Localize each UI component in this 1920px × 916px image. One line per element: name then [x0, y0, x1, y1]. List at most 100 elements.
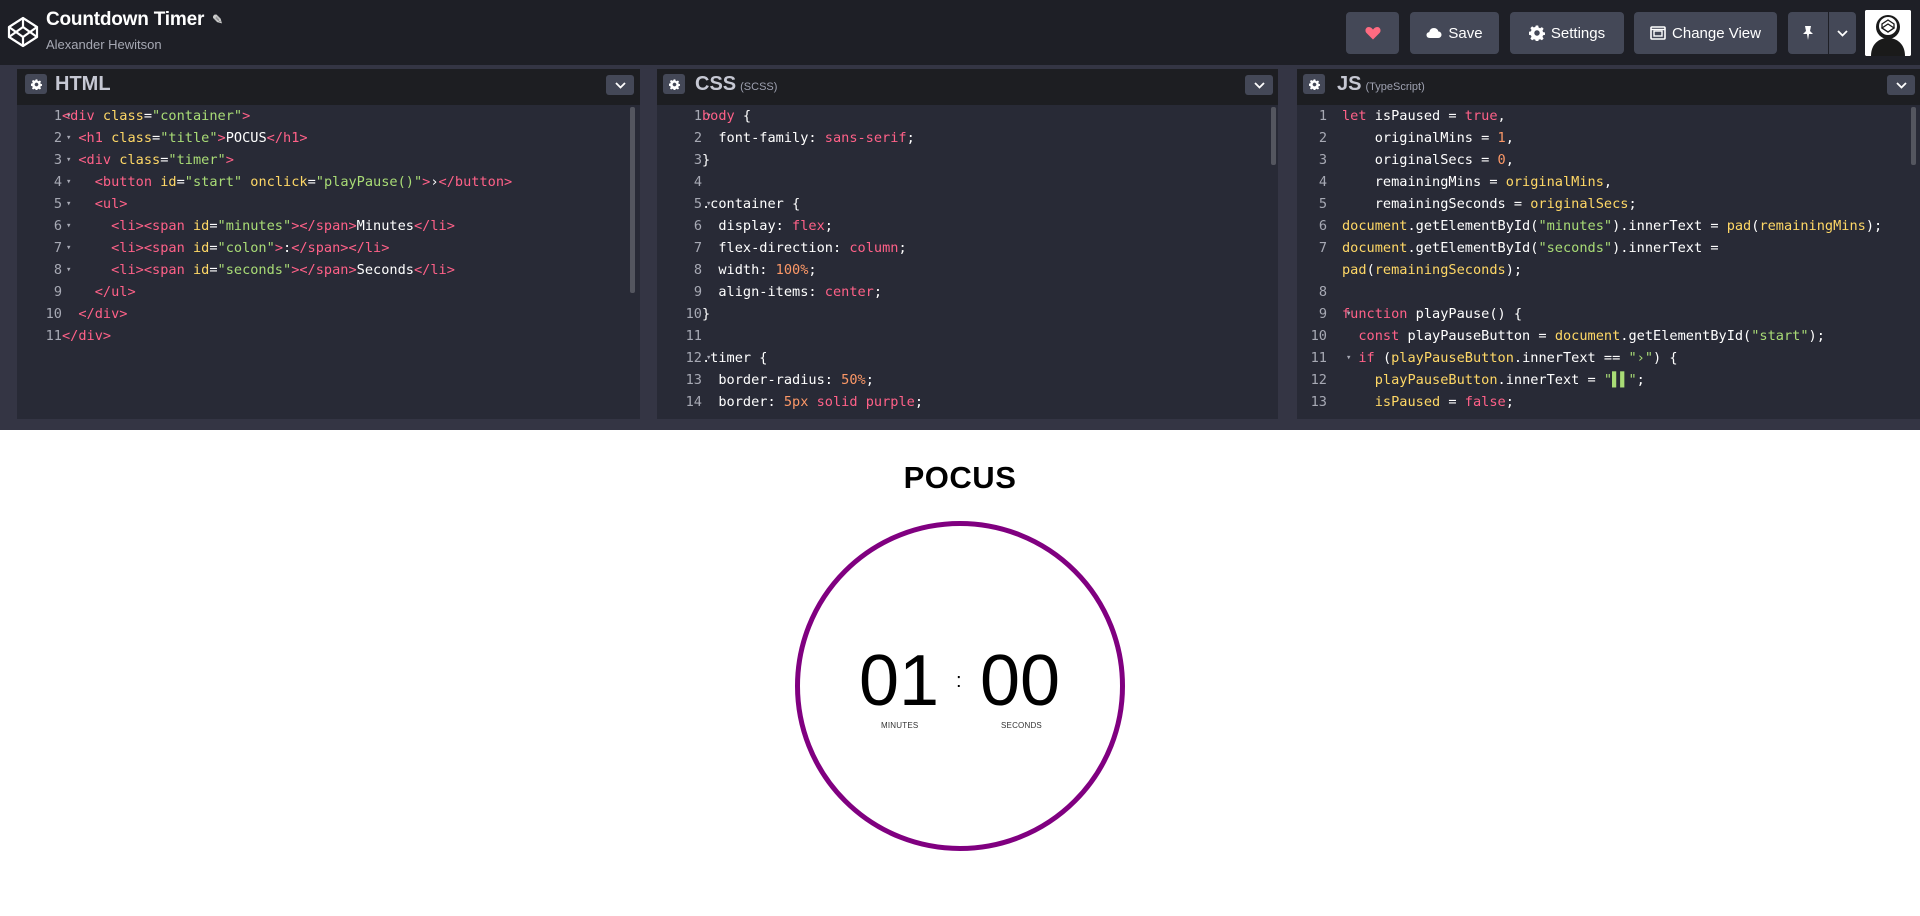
- code-line[interactable]: 5 ▾ <ul>: [17, 193, 640, 215]
- code-token: id: [192, 240, 210, 256]
- heart-button[interactable]: [1346, 12, 1399, 54]
- code-text: .timer {: [702, 347, 767, 369]
- js-settings-button[interactable]: [1303, 74, 1325, 94]
- code-line[interactable]: 3 ▾ <div class="timer">: [17, 149, 640, 171]
- pen-title[interactable]: Countdown Timer ✎: [46, 9, 223, 31]
- line-number: 1: [693, 108, 702, 124]
- chevron-down-icon: [1895, 81, 1907, 89]
- pin-dropdown-button[interactable]: [1829, 12, 1856, 54]
- code-line[interactable]: 10 const playPauseButton = document.getE…: [1297, 325, 1920, 347]
- code-token: ></span>: [291, 218, 357, 234]
- code-line[interactable]: 3 originalSecs = 0,: [1297, 149, 1920, 171]
- code-token: isPaused =: [1374, 108, 1465, 124]
- css-code-editor[interactable]: 1 ▾ body {2 font-family: sans-serif; 3} 4 5 ▾.…: [657, 105, 1278, 419]
- css-collapse-button[interactable]: [1245, 75, 1273, 95]
- code-line[interactable]: 6 document.getElementById("minutes").inne…: [1297, 215, 1920, 237]
- css-settings-button[interactable]: [663, 74, 685, 94]
- code-line[interactable]: 1 ▾ <div class="container">: [17, 105, 640, 127]
- code-token: :: [283, 240, 292, 256]
- code-token: ;: [1628, 196, 1637, 212]
- line-number: 2: [53, 130, 62, 146]
- code-text: }: [702, 303, 710, 325]
- code-token: "▌▌": [1603, 372, 1637, 388]
- code-token: pad: [1726, 218, 1752, 234]
- code-token: ).innerText =: [1612, 218, 1727, 234]
- code-text: </ul>: [62, 281, 136, 303]
- pen-title-text[interactable]: Countdown Timer: [46, 9, 204, 31]
- code-line[interactable]: 10 </div>: [17, 303, 640, 325]
- code-line[interactable]: 8 width: 100%;: [657, 259, 1278, 281]
- code-line[interactable]: 14 border: 5px solid purple;: [657, 391, 1278, 413]
- code-line[interactable]: 4 remainingMins = originalMins,: [1297, 171, 1920, 193]
- html-scrollbar[interactable]: [630, 107, 635, 293]
- js-scrollbar[interactable]: [1911, 107, 1916, 165]
- code-token: "timer": [168, 152, 226, 168]
- codepen-logo-icon[interactable]: [6, 15, 40, 49]
- user-avatar[interactable]: [1865, 10, 1911, 56]
- code-line[interactable]: 9 align-items: center;: [657, 281, 1278, 303]
- code-token: POCUS: [225, 130, 267, 146]
- save-button[interactable]: Save: [1410, 12, 1499, 54]
- html-collapse-button[interactable]: [606, 75, 634, 95]
- code-line[interactable]: 5 ▾ .container {: [657, 193, 1278, 215]
- code-line[interactable]: 12 ▾ .timer {: [657, 347, 1278, 369]
- code-token: false: [1464, 394, 1506, 410]
- code-line[interactable]: pad(remainingSeconds);: [1297, 259, 1920, 281]
- code-line[interactable]: 13 isPaused = false;: [1297, 391, 1920, 413]
- code-token: ,: [1603, 174, 1613, 190]
- code-line[interactable]: 8 ▾ <li><span id="seconds"></span>Seconds…: [17, 259, 640, 281]
- code-token: }: [702, 306, 711, 322]
- code-line[interactable]: 6 ▾ <li><span id="minutes"></span>Minutes…: [17, 215, 640, 237]
- js-collapse-button[interactable]: [1887, 75, 1915, 95]
- code-line[interactable]: 3}: [657, 149, 1278, 171]
- code-token: "colon": [217, 240, 275, 256]
- code-line[interactable]: 4: [657, 171, 1278, 193]
- html-code-editor[interactable]: 1 ▾ <div class="container"> 2 ▾ <h1 class="t…: [17, 105, 640, 419]
- js-code-editor[interactable]: 1 let isPaused = true, 2 originalMins = 1,…: [1297, 105, 1920, 419]
- code-line[interactable]: 5 remainingSeconds = originalSecs;: [1297, 193, 1920, 215]
- line-number: 1: [53, 108, 62, 124]
- gear-icon: [1528, 25, 1545, 41]
- js-pane-name: JS: [1337, 73, 1362, 95]
- code-line[interactable]: 2 ▾ <h1 class="title">POCUS</h1>: [17, 127, 640, 149]
- code-line[interactable]: 10}: [657, 303, 1278, 325]
- line-number: 6: [693, 218, 702, 234]
- code-line[interactable]: 2 font-family: sans-serif;: [657, 127, 1278, 149]
- code-line[interactable]: 2 originalMins = 1,: [1297, 127, 1920, 149]
- code-line[interactable]: 1 ▾ body {: [657, 105, 1278, 127]
- code-line[interactable]: 9 </ul>: [17, 281, 640, 303]
- seconds-label: SECONDS: [1001, 721, 1042, 730]
- line-number: 12: [1310, 372, 1327, 388]
- code-token: .container {: [702, 196, 801, 212]
- css-scrollbar[interactable]: [1271, 107, 1276, 165]
- html-settings-button[interactable]: [25, 74, 47, 94]
- line-number: 10: [45, 306, 62, 322]
- code-line[interactable]: 7 document.getElementById("seconds").inne…: [1297, 237, 1920, 259]
- code-line[interactable]: 12 playPauseButton.innerText = "▌▌";: [1297, 369, 1920, 391]
- line-number: 8: [693, 262, 702, 278]
- pin-button[interactable]: [1788, 12, 1828, 54]
- pen-author[interactable]: Alexander Hewitson: [46, 37, 223, 52]
- code-line[interactable]: 9 ▾ function playPause() {: [1297, 303, 1920, 325]
- code-line[interactable]: 11: [657, 325, 1278, 347]
- code-line[interactable]: 11 </div>: [17, 325, 640, 347]
- code-token: >: [225, 152, 234, 168]
- code-line[interactable]: 7 ▾ <li><span id="colon">:</span></li>: [17, 237, 640, 259]
- code-line[interactable]: 13 border-radius: 50%;: [657, 369, 1278, 391]
- change-view-button[interactable]: Change View: [1634, 12, 1777, 54]
- code-token: playPauseButton =: [1407, 328, 1555, 344]
- code-line[interactable]: 6 display: flex;: [657, 215, 1278, 237]
- code-line[interactable]: 7 flex-direction: column;: [657, 237, 1278, 259]
- code-line[interactable]: 11 ▾ if (playPauseButton.innerText == "›"…: [1297, 347, 1920, 369]
- js-pane-title: JS (TypeScript): [1337, 73, 1425, 96]
- settings-button[interactable]: Settings: [1510, 12, 1624, 54]
- code-line[interactable]: 1 let isPaused = true,: [1297, 105, 1920, 127]
- code-text: .container {: [702, 193, 800, 215]
- code-line[interactable]: 4 ▾ <button id="start" onclick="playPause…: [17, 171, 640, 193]
- code-text: isPaused = false;: [1342, 391, 1514, 413]
- code-line[interactable]: 8: [1297, 281, 1920, 303]
- code-text: <li><span id="seconds"></span>Seconds</l…: [62, 259, 455, 281]
- code-text: playPauseButton.innerText = "▌▌";: [1342, 369, 1645, 391]
- pencil-icon[interactable]: ✎: [212, 12, 223, 28]
